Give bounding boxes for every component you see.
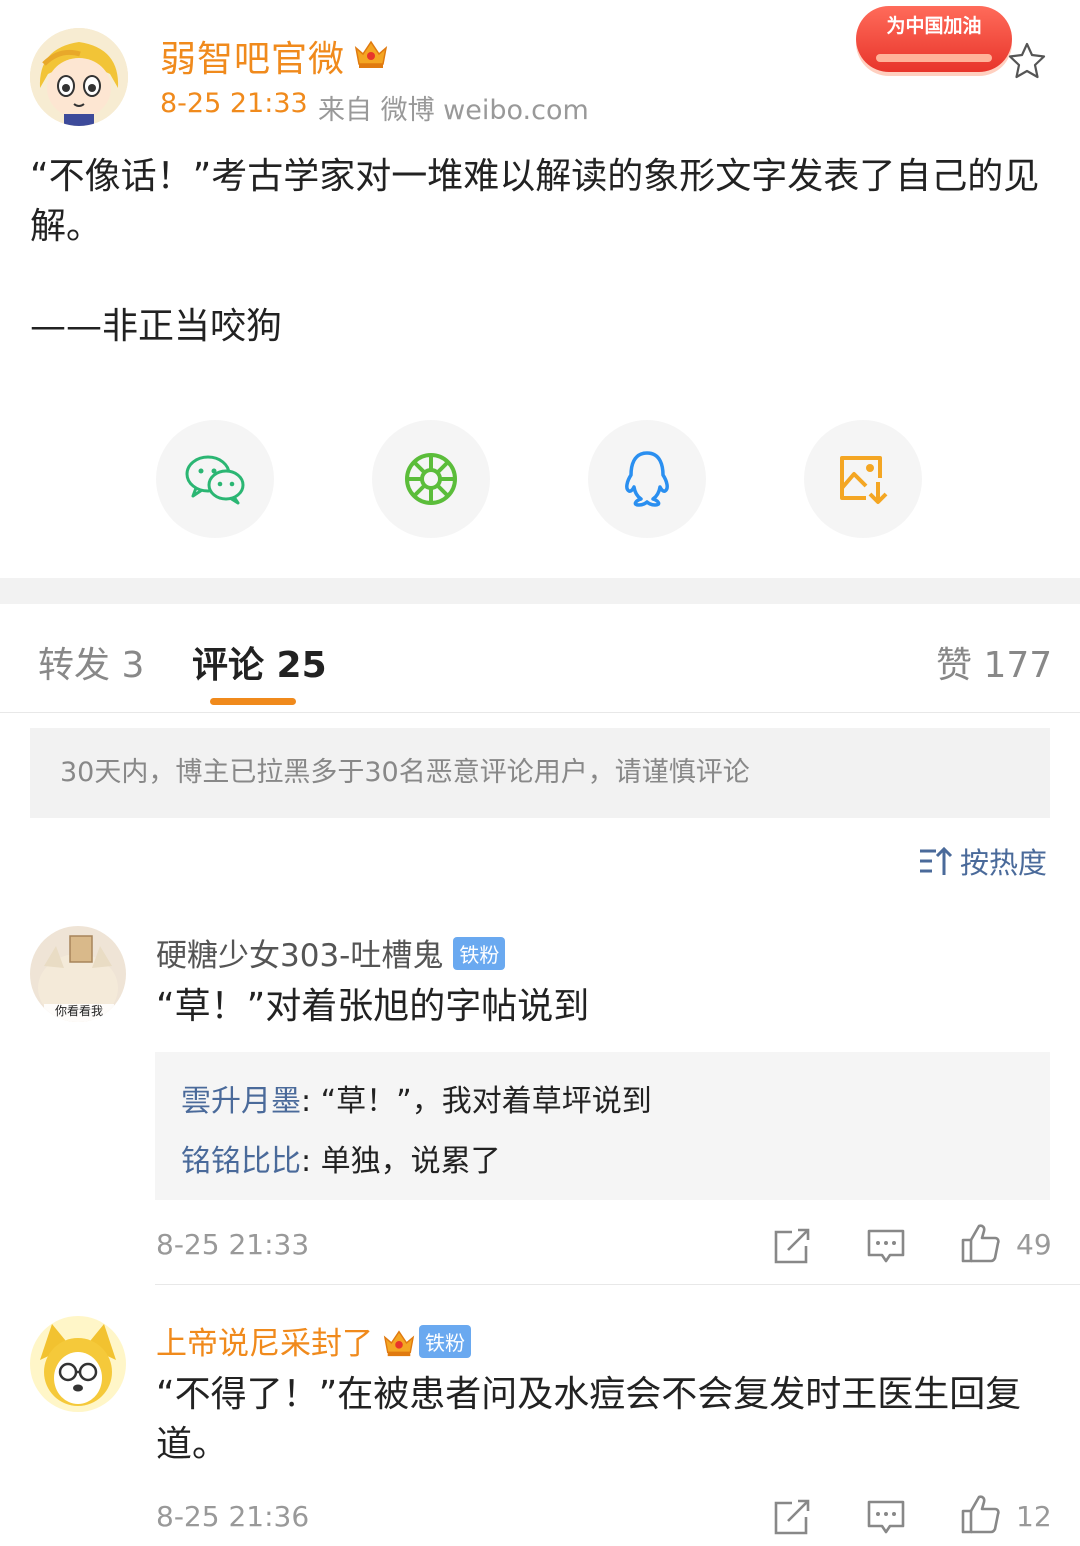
- reply-text: : 单独，说累了: [301, 1144, 501, 1179]
- comment-divider: [155, 1284, 1080, 1285]
- post-text: “不像话！”考古学家对一堆难以解读的象形文字发表了自己的见解。 ——非正当咬狗: [30, 156, 1040, 347]
- active-tab-indicator: [210, 698, 296, 705]
- comment-time: 8-25 21:33: [156, 1228, 310, 1261]
- moments-icon: [405, 453, 457, 505]
- reply-user[interactable]: 铭铭比比: [181, 1144, 301, 1179]
- like-count: 12: [1016, 1500, 1052, 1533]
- crown-icon: [383, 1329, 415, 1356]
- author-name[interactable]: 弱智吧官微: [160, 30, 345, 82]
- share-wechat-button[interactable]: [156, 420, 274, 538]
- comment-notice: 30天内，博主已拉黑多于30名恶意评论用户，请谨慎评论: [30, 728, 1050, 818]
- commenter-name-row: 硬糖少女303-吐槽鬼 铁粉: [156, 930, 506, 975]
- favorite-star-icon[interactable]: [1006, 40, 1048, 82]
- repost-icon[interactable]: [772, 1497, 812, 1537]
- like-icon[interactable]: [960, 1493, 1000, 1534]
- tab-repost[interactable]: 转发 3: [38, 636, 144, 688]
- comment-icon[interactable]: [866, 1226, 906, 1266]
- comment-text: “草！”对着张旭的字帖说到: [156, 986, 590, 1027]
- sort-icon: [920, 846, 953, 875]
- commenter-name[interactable]: 上帝说尼采封了: [156, 1326, 373, 1362]
- fan-badge: 铁粉: [419, 1325, 471, 1358]
- commenter-name[interactable]: 硬糖少女303-吐槽鬼: [156, 938, 443, 974]
- reply-preview[interactable]: 雲升月墨: “草！”，我对着草坪说到 铭铭比比: 单独，说累了: [155, 1052, 1050, 1200]
- section-divider: [0, 578, 1080, 604]
- save-image-button[interactable]: [804, 420, 922, 538]
- reply-item: 雲升月墨: “草！”，我对着草坪说到: [181, 1076, 652, 1120]
- repost-icon[interactable]: [772, 1226, 812, 1266]
- avatar-caption: 你看看我: [54, 1004, 103, 1018]
- tab-comments[interactable]: 评论 25: [192, 636, 327, 688]
- share-qq-button[interactable]: [588, 420, 706, 538]
- promo-band: [876, 54, 992, 62]
- promo-badge[interactable]: 为中国加油: [856, 6, 1012, 72]
- sort-label: 按热度: [960, 846, 1048, 880]
- save-image-icon: [840, 456, 888, 504]
- post-source: 来自 微博 weibo.com: [318, 95, 589, 126]
- crown-icon: [352, 36, 390, 70]
- promo-badge-label: 为中国加油: [886, 15, 982, 37]
- like-icon[interactable]: [960, 1222, 1000, 1263]
- fan-badge: 铁粉: [453, 937, 506, 970]
- commenter-avatar[interactable]: 你看看我: [30, 926, 126, 1022]
- reply-text: : “草！”，我对着草坪说到: [301, 1084, 652, 1119]
- reply-item: 铭铭比比: 单独，说累了: [181, 1136, 501, 1180]
- sort-button[interactable]: 按热度: [918, 840, 1047, 882]
- comment-time: 8-25 21:36: [156, 1500, 310, 1533]
- comment-text: “不得了！”在被患者问及水痘会不会复发时王医生回复道。: [156, 1374, 1022, 1465]
- comment-icon[interactable]: [866, 1497, 906, 1537]
- commenter-avatar[interactable]: [30, 1316, 126, 1412]
- qq-icon: [625, 451, 669, 507]
- post-time: 8-25 21:33: [160, 88, 308, 119]
- share-moments-button[interactable]: [372, 420, 490, 538]
- author-avatar[interactable]: [30, 28, 128, 126]
- tab-likes[interactable]: 赞 177: [936, 636, 1052, 688]
- tab-divider: [0, 712, 1080, 713]
- wechat-icon: [185, 455, 245, 505]
- reply-user[interactable]: 雲升月墨: [181, 1084, 301, 1119]
- like-count: 49: [1016, 1228, 1052, 1261]
- commenter-name-row: 上帝说尼采封了 铁粉: [156, 1318, 471, 1363]
